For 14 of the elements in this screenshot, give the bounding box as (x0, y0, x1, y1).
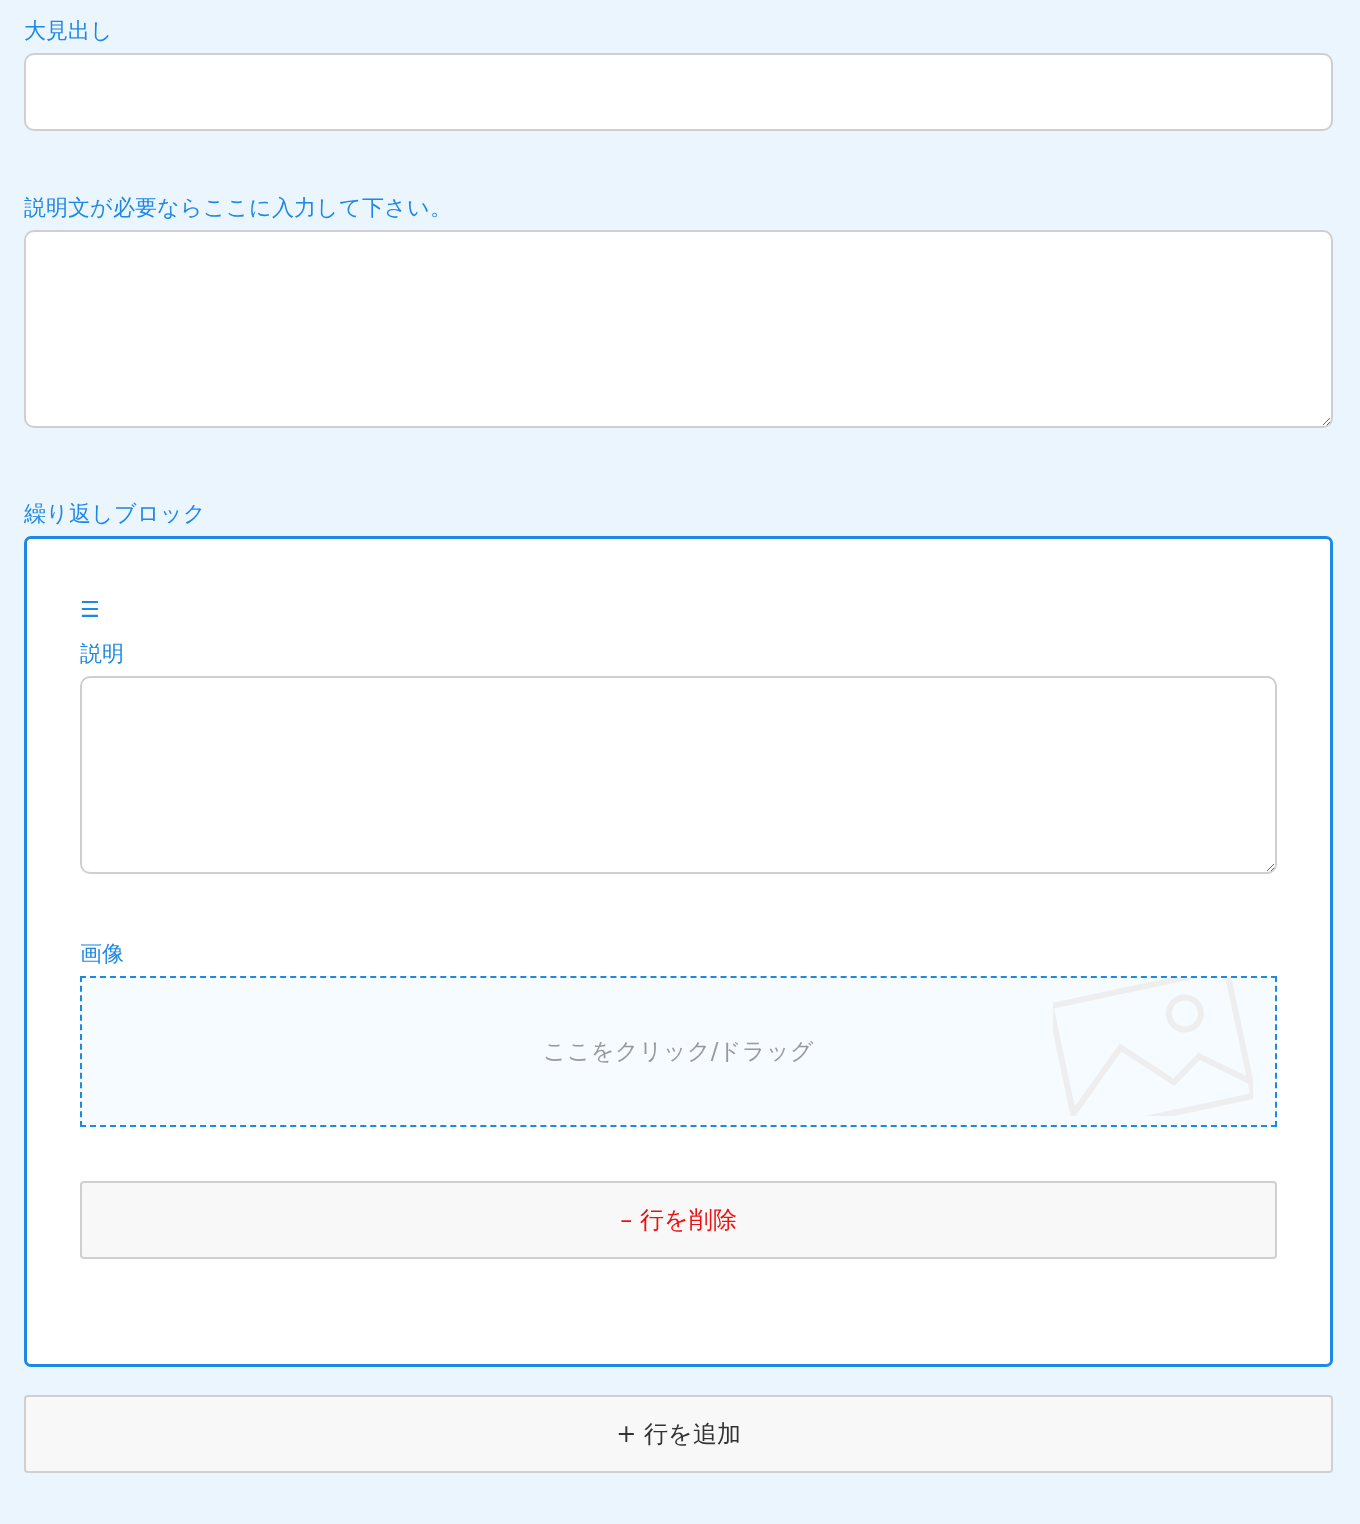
field-label: 説明文が必要ならここに入力して下さい。 (24, 195, 452, 221)
block-label: 繰り返しブロック (24, 501, 206, 527)
image-placeholder-icon (1053, 978, 1253, 1116)
input-field[interactable] (24, 53, 1333, 131)
image-drop-zone[interactable]: ここをクリック/ドラッグ (80, 976, 1277, 1127)
add-row-button[interactable]: + 行を追加 (24, 1395, 1333, 1473)
text-area[interactable] (24, 230, 1333, 428)
field-label: 説明 (80, 641, 124, 667)
delete-row-button[interactable]: – 行を削除 (80, 1181, 1277, 1259)
field-label: 画像 (80, 941, 124, 967)
text-area[interactable] (80, 676, 1277, 874)
field-label: 大見出し (24, 18, 113, 44)
drag-handle[interactable]: ☰ (80, 597, 100, 623)
drop-prompt: ここをクリック/ドラッグ (542, 1037, 815, 1066)
